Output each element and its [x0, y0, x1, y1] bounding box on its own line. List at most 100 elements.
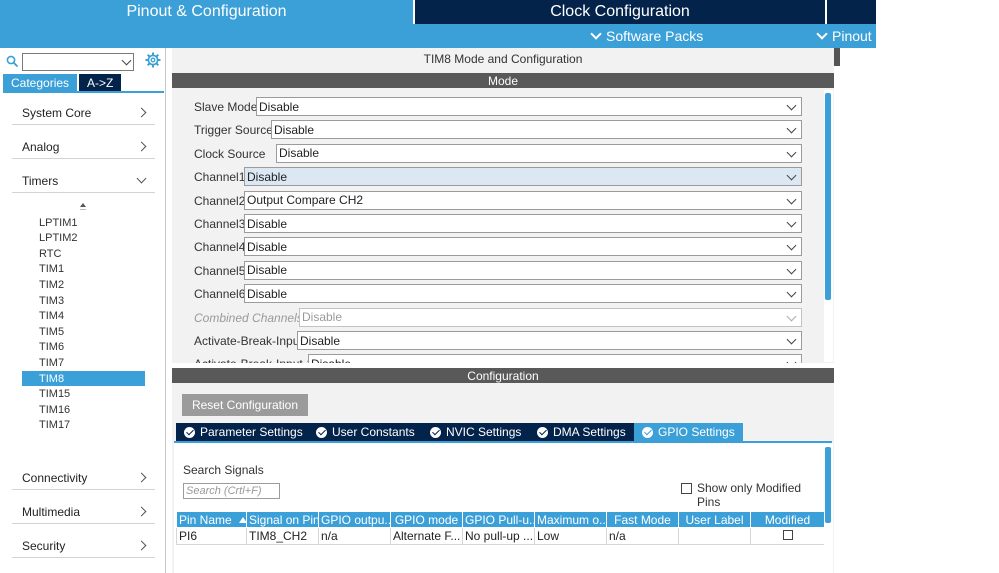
sort-ascending-icon [239, 517, 246, 524]
timer-item-tim6[interactable]: TIM6 [22, 340, 145, 355]
tab-categories[interactable]: Categories [3, 74, 78, 91]
field-label: Channel1 [194, 170, 246, 185]
select-value: Disable [247, 216, 288, 231]
category-label: Analog [22, 139, 60, 154]
channel6-select[interactable]: Disable [244, 284, 802, 304]
field-label: Channel4 [194, 240, 246, 255]
field-label: Channel5 [194, 263, 246, 278]
tab-underline [3, 91, 164, 93]
column-header-max-output-speed[interactable]: Maximum o... [534, 511, 607, 528]
timer-item-tim3[interactable]: TIM3 [22, 293, 145, 308]
software-packs-label: Software Packs [606, 28, 704, 44]
tab-parameter-settings[interactable]: Parameter Settings [176, 423, 311, 441]
timer-item-tim17[interactable]: TIM17 [22, 418, 145, 433]
timer-item-tim7[interactable]: TIM7 [22, 355, 145, 370]
gpio-settings-content: Search Signals Search (Crtl+F) Show only… [174, 443, 825, 573]
timer-item-tim8[interactable]: TIM8 [22, 371, 145, 386]
timer-item-lptim2[interactable]: LPTIM2 [22, 231, 145, 246]
trigger-source-select[interactable]: Disable [271, 120, 802, 140]
activate-break-input-select[interactable]: Disable [297, 331, 802, 350]
sort-icon[interactable] [79, 202, 87, 212]
column-header-signal[interactable]: Signal on Pin [246, 511, 319, 528]
timer-item-tim16[interactable]: TIM16 [22, 402, 145, 417]
scrollbar-thumb[interactable] [825, 93, 831, 300]
timer-item-tim4[interactable]: TIM4 [22, 309, 145, 324]
tab-dma-settings[interactable]: DMA Settings [529, 423, 634, 441]
tab-gpio-settings[interactable]: GPIO Settings [634, 423, 743, 441]
chevron-down-icon [786, 311, 797, 322]
gear-icon[interactable] [145, 52, 161, 68]
chevron-right-icon [136, 540, 147, 551]
field-label: Trigger Source [194, 123, 273, 138]
cell-signal: TIM8_CH2 [246, 527, 319, 545]
reset-configuration-button[interactable]: Reset Configuration [182, 394, 308, 416]
timer-item-tim15[interactable]: TIM15 [22, 387, 145, 402]
select-value: Disable [247, 239, 288, 254]
chevron-down-icon [121, 55, 132, 66]
column-header-gpio-pull[interactable]: GPIO Pull-u... [462, 511, 535, 528]
channel1-select[interactable]: Disable [244, 167, 802, 187]
field-label: Channel3 [194, 217, 246, 231]
tab-nvic-settings[interactable]: NVIC Settings [422, 423, 530, 441]
timer-item-tim1[interactable]: TIM1 [22, 262, 145, 277]
pinout-menu[interactable]: Pinout [816, 24, 872, 48]
channel3-select[interactable]: Disable [244, 214, 802, 233]
chevron-down-icon [816, 27, 828, 40]
column-header-user-label[interactable]: User Label [678, 511, 751, 528]
timer-item-tim5[interactable]: TIM5 [22, 324, 145, 339]
column-header-gpio-output[interactable]: GPIO outpu... [318, 511, 391, 528]
column-header-modified[interactable]: Modified [750, 511, 825, 528]
slave-mode-select[interactable]: Disable [256, 97, 802, 116]
category-label: Timers [22, 173, 59, 188]
check-circle-icon [642, 426, 653, 438]
category-multimedia[interactable]: Multimedia [12, 500, 155, 524]
show-modified-label: Show only Modified Pins [697, 481, 802, 509]
chevron-down-icon [786, 170, 797, 181]
select-value: Disable [259, 99, 300, 114]
column-header-fast-mode[interactable]: Fast Mode [606, 511, 679, 528]
category-connectivity[interactable]: Connectivity [12, 466, 155, 490]
scrollbar-thumb[interactable] [825, 447, 831, 523]
search-signals-input[interactable]: Search (Crtl+F) [183, 483, 280, 499]
category-label: System Core [22, 105, 92, 120]
search-icon[interactable] [6, 55, 19, 68]
timer-item-tim2[interactable]: TIM2 [22, 277, 145, 292]
tab-pinout-configuration[interactable]: Pinout & Configuration [0, 0, 413, 24]
mode-panel: TIM8 Mode and Configuration Mode Slave M… [172, 48, 834, 363]
tab-clock-configuration[interactable]: Clock Configuration [415, 0, 825, 24]
timer-item-lptim1[interactable]: LPTIM1 [22, 215, 145, 230]
splitter-handle[interactable] [834, 48, 840, 66]
cell-modified [750, 527, 825, 545]
chevron-right-icon [136, 472, 147, 483]
modified-checkbox[interactable] [782, 530, 793, 540]
chevron-down-icon [786, 357, 797, 363]
tab-a-z[interactable]: A->Z [79, 74, 122, 91]
mode-scrollbar[interactable] [824, 90, 833, 362]
show-modified-checkbox[interactable] [681, 483, 692, 494]
select-value: Disable [279, 146, 320, 161]
software-packs-menu[interactable]: Software Packs [590, 24, 704, 48]
tab-user-constants[interactable]: User Constants [308, 423, 423, 441]
category-search-input[interactable] [22, 53, 134, 71]
tab-label: NVIC Settings [446, 425, 522, 439]
field-label: Channel6 [194, 287, 246, 302]
channel5-select[interactable]: Disable [244, 260, 802, 280]
category-security[interactable]: Security [12, 534, 155, 558]
channel4-select[interactable]: Disable [244, 237, 802, 257]
category-timers[interactable]: Timers [12, 169, 155, 193]
column-header-gpio-mode[interactable]: GPIO mode [390, 511, 463, 528]
category-analog[interactable]: Analog [12, 135, 155, 159]
channel2-select[interactable]: Output Compare CH2 [244, 190, 802, 210]
chevron-down-icon [136, 173, 147, 184]
config-scrollbar[interactable] [824, 443, 833, 573]
timer-item-rtc[interactable]: RTC [22, 246, 145, 261]
column-header-pin-name[interactable]: Pin Name [176, 511, 247, 528]
chevron-down-icon [786, 123, 797, 134]
chevron-down-icon [786, 147, 797, 158]
clock-source-select[interactable]: Disable [276, 143, 802, 163]
activate-break-input-2-select[interactable]: Disable [308, 354, 802, 363]
category-system-core[interactable]: System Core [12, 101, 155, 125]
tab-overflow[interactable] [827, 0, 876, 24]
cell-user-label[interactable] [678, 527, 751, 545]
table-row[interactable]: PI6 TIM8_CH2 n/a Alternate F... No pull-… [176, 527, 825, 545]
